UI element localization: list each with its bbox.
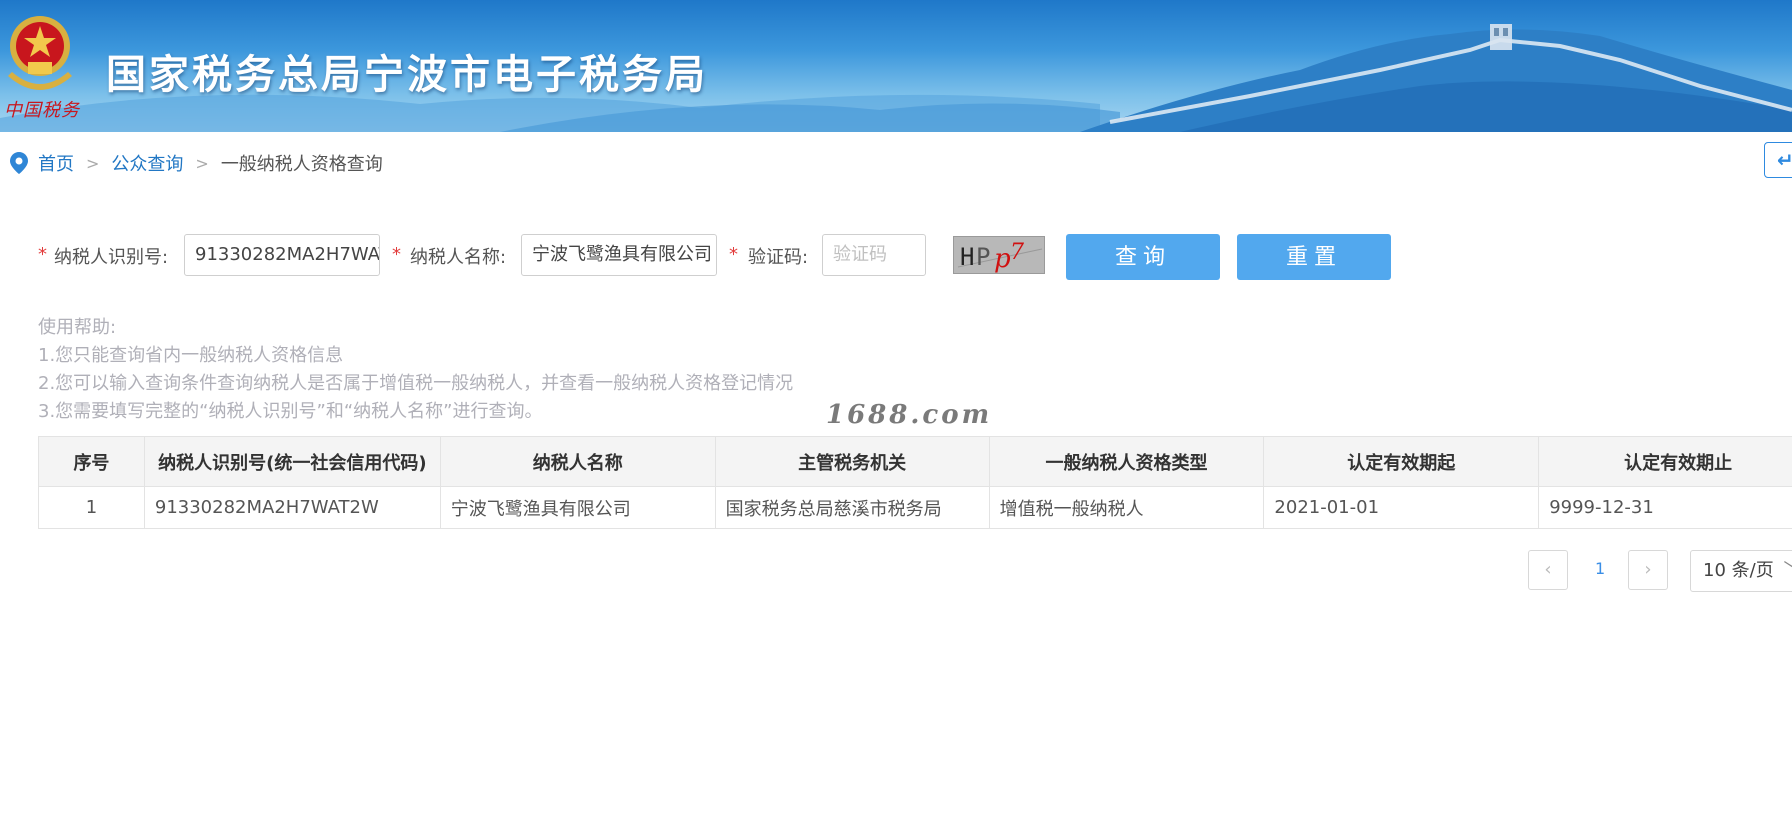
back-button[interactable]: ↵ [1764, 142, 1792, 178]
captcha-input[interactable]: 验证码 [822, 234, 926, 276]
breadcrumb-current: 一般纳税人资格查询 [220, 154, 383, 175]
return-arrow-icon: ↵ [1777, 148, 1792, 172]
page-size-value: 10 条/页 [1703, 560, 1774, 581]
captcha-image[interactable]: H P p 7 [953, 236, 1045, 274]
location-pin-icon [10, 152, 28, 174]
column-header-taxpayer-id: 纳税人识别号(统一社会信用代码) [143, 436, 441, 487]
taxpayer-name-label: 纳税人名称: [410, 247, 507, 268]
help-title: 使用帮助: [38, 317, 117, 338]
query-button[interactable]: 查询 [1066, 234, 1220, 280]
cell-taxpayer-name: 宁波飞鹭渔具有限公司 [439, 486, 716, 529]
required-mark: * [392, 244, 401, 265]
taxpayer-id-input[interactable]: 91330282MA2H7WAT2W [184, 234, 380, 276]
column-header-tax-authority: 主管税务机关 [714, 436, 990, 487]
next-page-button[interactable]: › [1628, 550, 1668, 590]
required-mark: * [729, 244, 738, 265]
prev-page-button[interactable]: ‹ [1528, 550, 1568, 590]
column-header-valid-from: 认定有效期起 [1263, 436, 1540, 487]
column-header-taxpayer-name: 纳税人名称 [439, 436, 716, 487]
emblem-caption: 中国税务 [4, 100, 80, 121]
breadcrumb-home-link[interactable]: 首页 [38, 150, 74, 176]
page-size-select[interactable]: 10 条/页 ﹀ [1690, 550, 1792, 592]
cell-qualification-type: 增值税一般纳税人 [988, 486, 1265, 529]
tax-emblem-icon [8, 16, 72, 90]
help-section: 使用帮助: 1.您只能查询省内一般纳税人资格信息 2.您可以输入查询条件查询纳税… [38, 314, 793, 426]
help-line: 1.您只能查询省内一般纳税人资格信息 [38, 345, 344, 366]
cell-valid-from: 2021-01-01 [1263, 486, 1540, 529]
breadcrumb-public-query-link[interactable]: 公众查询 [111, 150, 183, 176]
site-title: 国家税务总局宁波市电子税务局 [106, 52, 708, 98]
svg-text:H: H [960, 243, 974, 271]
breadcrumb: 首页 > 公众查询 > 一般纳税人资格查询 [10, 150, 383, 176]
column-header-qualification-type: 一般纳税人资格类型 [988, 436, 1265, 487]
cell-tax-authority: 国家税务总局慈溪市税务局 [714, 486, 990, 529]
help-line: 3.您需要填写完整的“纳税人识别号”和“纳税人名称”进行查询。 [38, 401, 543, 422]
chevron-right-icon: › [1644, 559, 1652, 580]
table-header-row: 序号 纳税人识别号(统一社会信用代码) 纳税人名称 主管税务机关 一般纳税人资格… [38, 436, 1792, 487]
svg-text:p: p [994, 244, 1011, 274]
svg-text:P: P [976, 243, 990, 271]
watermark: 1688.com [826, 400, 993, 430]
svg-text:7: 7 [1010, 240, 1024, 265]
cell-index: 1 [38, 486, 145, 529]
help-line: 2.您可以输入查询条件查询纳税人是否属于增值税一般纳税人，并查看一般纳税人资格登… [38, 373, 794, 394]
cell-valid-to: 9999-12-31 [1538, 486, 1792, 529]
site-header: 中国税务 国家税务总局宁波市电子税务局 [0, 0, 1792, 132]
column-header-valid-to: 认定有效期止 [1538, 436, 1792, 487]
cell-taxpayer-id: 91330282MA2H7WAT2W [143, 486, 441, 529]
table-row: 1 91330282MA2H7WAT2W 宁波飞鹭渔具有限公司 国家税务总局慈溪… [38, 486, 1792, 529]
column-header-index: 序号 [38, 436, 145, 487]
breadcrumb-separator: > [195, 153, 209, 173]
taxpayer-id-label: 纳税人识别号: [54, 247, 169, 268]
reset-button[interactable]: 重置 [1237, 234, 1391, 280]
page-number-current[interactable]: 1 [1595, 559, 1605, 578]
results-table: 序号 纳税人识别号(统一社会信用代码) 纳税人名称 主管税务机关 一般纳税人资格… [38, 436, 1792, 529]
taxpayer-name-input[interactable]: 宁波飞鹭渔具有限公司 [521, 234, 717, 276]
chevron-left-icon: ‹ [1544, 559, 1552, 580]
captcha-label: 验证码: [748, 247, 809, 268]
chevron-down-icon: ﹀ [1783, 560, 1792, 581]
breadcrumb-separator: > [86, 153, 100, 173]
required-mark: * [38, 244, 47, 265]
